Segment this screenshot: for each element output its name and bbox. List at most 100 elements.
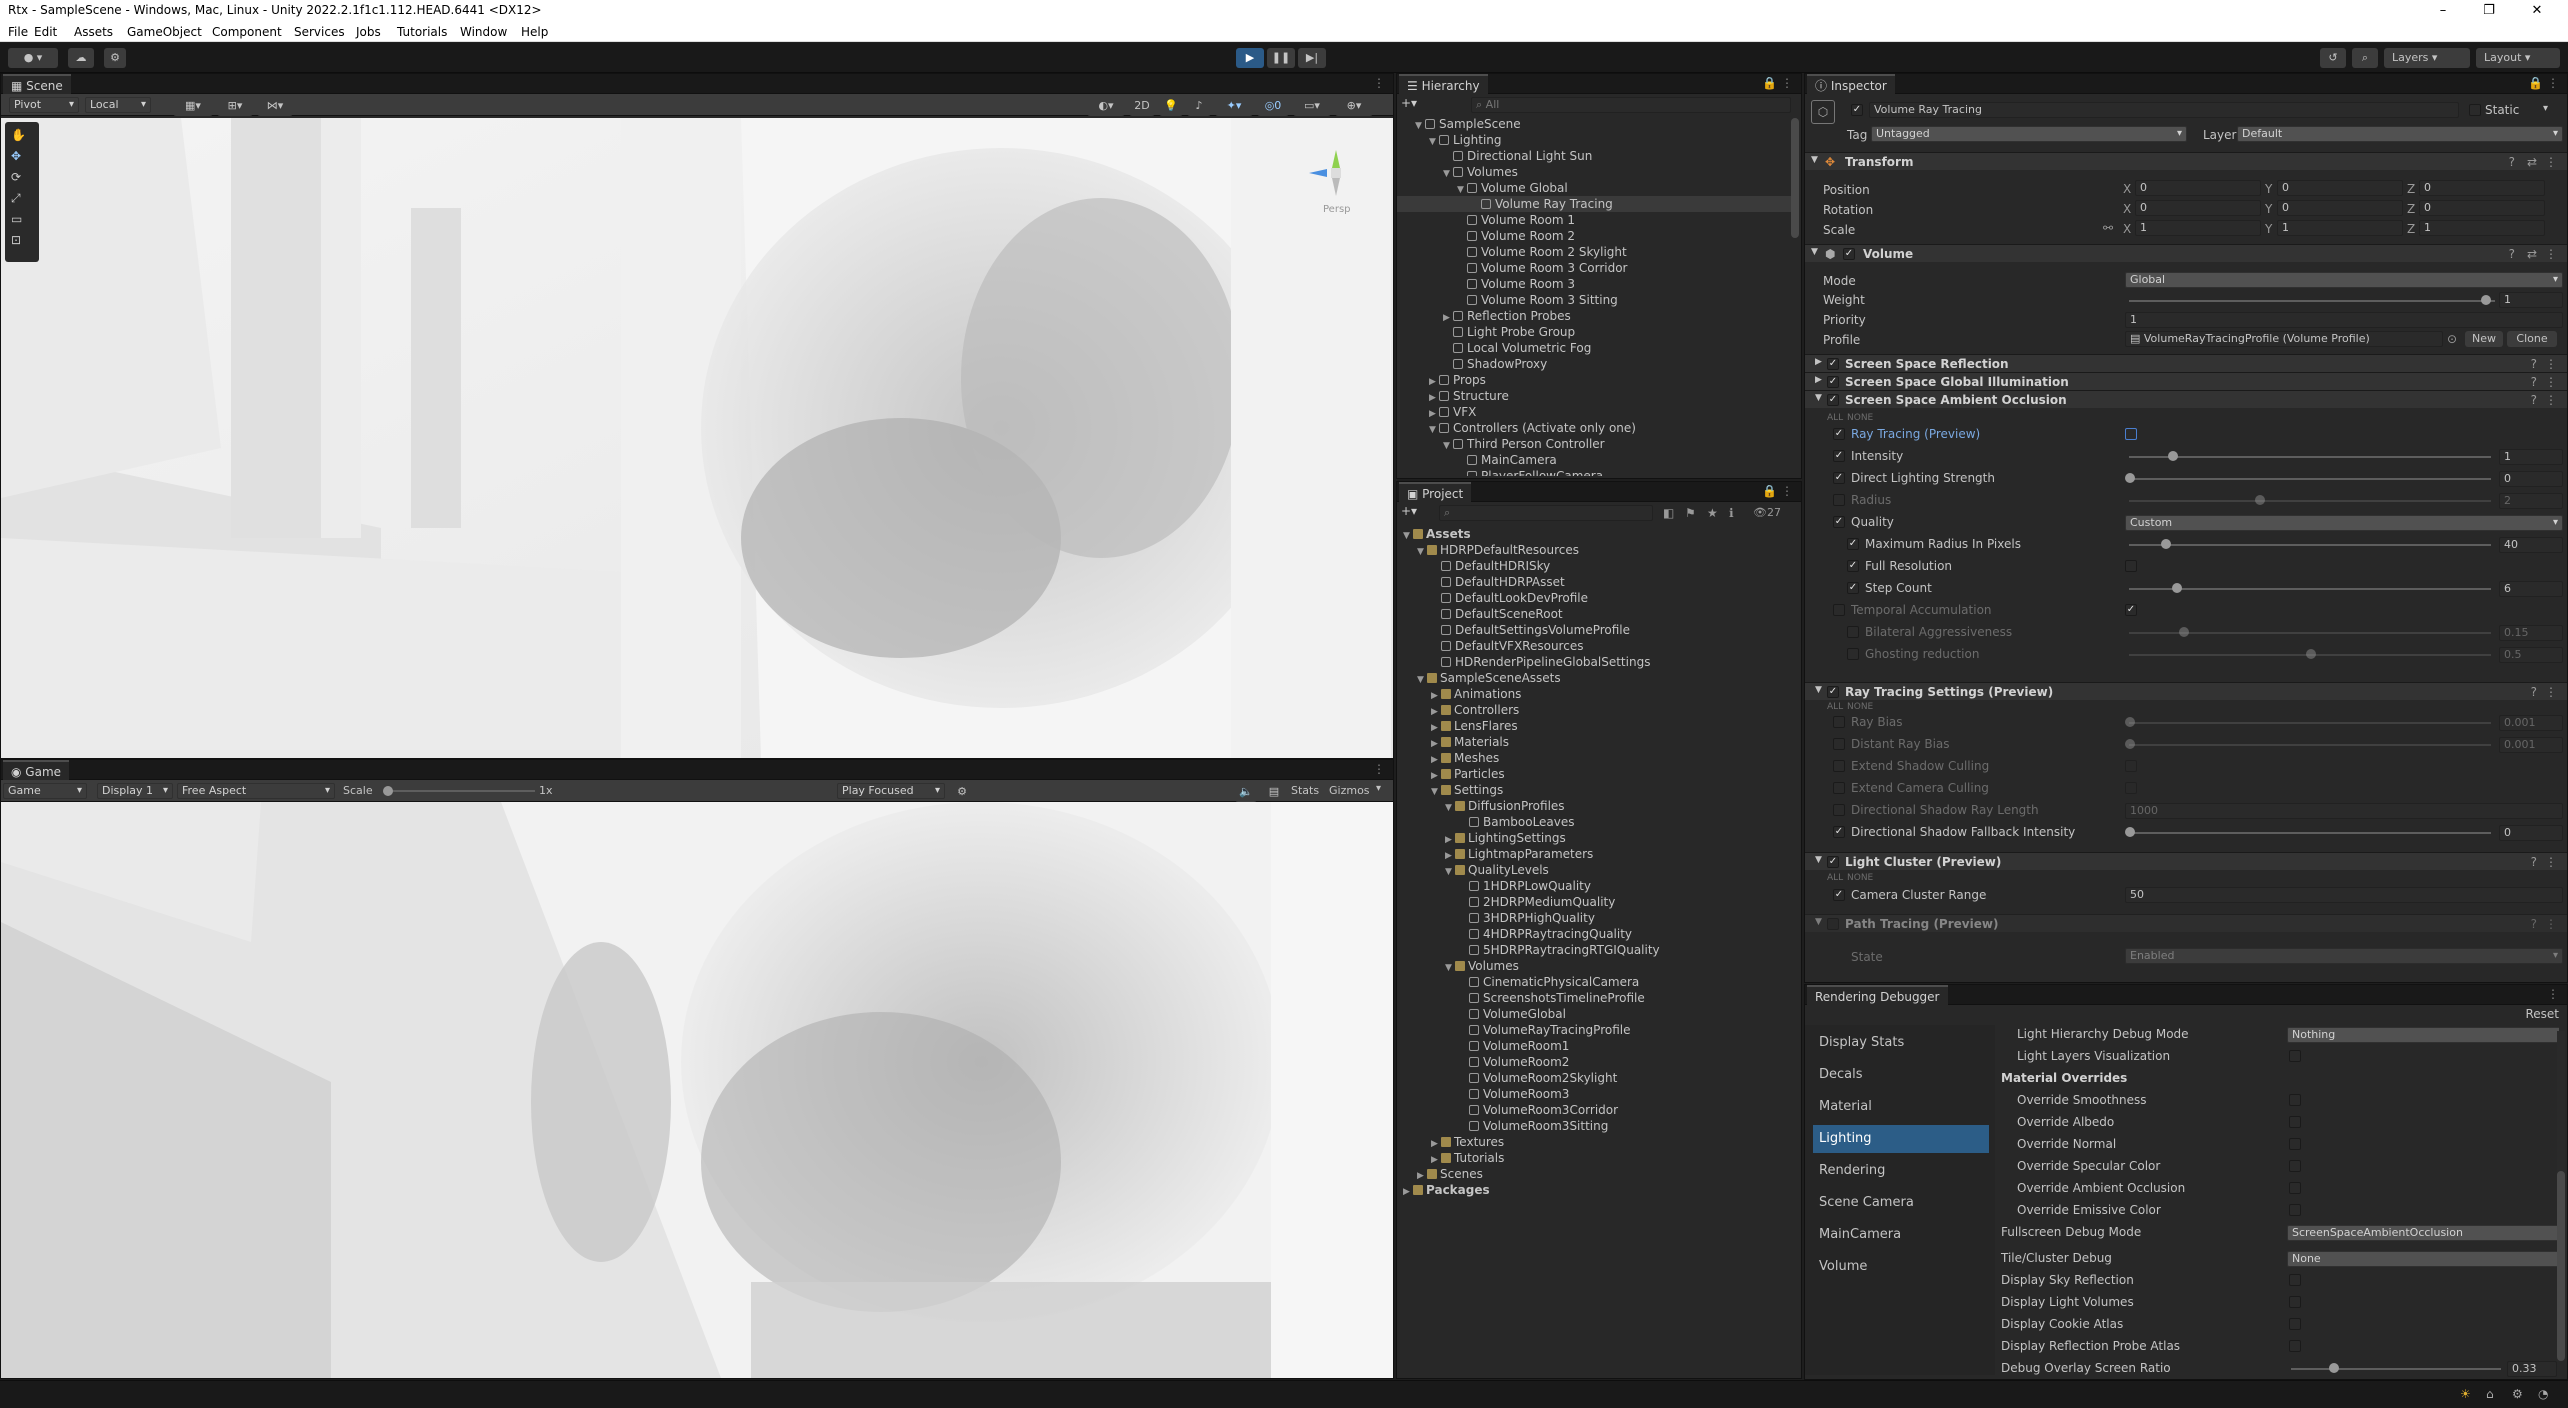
profile-picker-icon[interactable]: ⊙ bbox=[2447, 332, 2457, 346]
minimize-icon[interactable]: – bbox=[2420, 0, 2466, 22]
project-search[interactable]: ⌕ bbox=[1439, 505, 1653, 521]
project-item[interactable]: DefaultLookDevProfile bbox=[1397, 590, 1791, 606]
rts-none-label[interactable]: NONE bbox=[1847, 702, 1873, 712]
rts-raybias-slider[interactable] bbox=[2129, 722, 2491, 724]
profile-new-button[interactable]: New bbox=[2465, 331, 2503, 347]
notifications-icon[interactable]: ◔ bbox=[2538, 1387, 2548, 1401]
debugger-nav-item[interactable]: Material bbox=[1813, 1093, 1989, 1121]
project-item[interactable]: 2HDRPMediumQuality bbox=[1397, 894, 1791, 910]
override-checkbox[interactable]: ✓ bbox=[1833, 428, 1845, 440]
project-lock-icon[interactable]: 🔒 bbox=[1762, 484, 1777, 498]
profile-field[interactable]: ▤ VolumeRayTracingProfile (Volume Profil… bbox=[2125, 331, 2443, 347]
weight-slider[interactable] bbox=[2129, 300, 2495, 302]
project-item[interactable]: 5HDRPRaytracingRTGIQuality bbox=[1397, 942, 1791, 958]
search-by-label-icon[interactable]: ⚑ bbox=[1685, 506, 1696, 520]
tab-project[interactable]: ▣ Project bbox=[1399, 482, 1472, 502]
favorite-icon[interactable]: ★ bbox=[1707, 506, 1718, 520]
hierarchy-menu-icon[interactable]: ⋮ bbox=[1781, 76, 1793, 90]
profile-clone-button[interactable]: Clone bbox=[2507, 331, 2557, 347]
static-dropdown-icon[interactable]: ▾ bbox=[2543, 103, 2548, 114]
debugger-dsr-toggle[interactable] bbox=[2289, 1274, 2301, 1286]
hierarchy-item[interactable]: Volume Room 2 bbox=[1397, 228, 1791, 244]
create-button[interactable]: +▾ bbox=[1401, 96, 1431, 114]
display-dropdown[interactable]: Display 1 bbox=[97, 783, 173, 799]
audio-icon[interactable]: ♪ bbox=[1187, 96, 1211, 116]
pause-button[interactable]: ❚❚ bbox=[1267, 48, 1295, 68]
move-tool-icon[interactable]: ✥ bbox=[11, 149, 21, 163]
override-checkbox[interactable] bbox=[1833, 782, 1845, 794]
inspector-menu-icon[interactable]: ⋮ bbox=[2547, 76, 2559, 90]
project-item[interactable]: VolumeRayTracingProfile bbox=[1397, 1022, 1791, 1038]
project-item[interactable]: ScreenshotsTimelineProfile bbox=[1397, 990, 1791, 1006]
project-item[interactable]: DefaultSceneRoot bbox=[1397, 606, 1791, 622]
cloud-icon[interactable]: ☁ bbox=[68, 48, 94, 68]
menu-tutorials[interactable]: Tutorials bbox=[397, 25, 447, 39]
hierarchy-item[interactable]: ShadowProxy bbox=[1397, 356, 1791, 372]
project-item[interactable]: ▶ Tutorials bbox=[1397, 1150, 1791, 1166]
rts-dirfb-field[interactable]: 0 bbox=[2499, 825, 2563, 841]
mute-icon[interactable]: 🔈 bbox=[1235, 782, 1257, 802]
project-item[interactable]: ▶ LensFlares bbox=[1397, 718, 1791, 734]
debugger-oec-toggle[interactable] bbox=[2289, 1204, 2301, 1216]
debugger-reset-button[interactable]: Reset bbox=[2525, 1007, 2559, 1021]
project-item[interactable]: 3HDRPHighQuality bbox=[1397, 910, 1791, 926]
project-item[interactable]: CinematicPhysicalCamera bbox=[1397, 974, 1791, 990]
lc-header[interactable]: ▼ ✓ Light Cluster (Preview) ? ⋮ bbox=[1805, 852, 2567, 870]
rts-dirlen-field[interactable]: 1000 bbox=[2125, 803, 2563, 819]
hand-tool-icon[interactable]: ✋ bbox=[11, 128, 26, 142]
transform-header[interactable]: ▼ ✥ Transform ? ⇄ ⋮ bbox=[1805, 152, 2567, 170]
ssao-step-field[interactable]: 6 bbox=[2499, 581, 2563, 597]
bake-status-icon[interactable]: ☀ bbox=[2460, 1387, 2471, 1401]
ssao-quality-dropdown[interactable]: Custom bbox=[2125, 515, 2563, 531]
volume-header[interactable]: ▼ ⬢ ✓ Volume ? ⇄ ⋮ bbox=[1805, 244, 2567, 262]
hierarchy-search[interactable]: ⌕ All bbox=[1471, 97, 1791, 113]
game-menu-icon[interactable]: ⋮ bbox=[1373, 762, 1385, 776]
ssao-step-knob[interactable] bbox=[2172, 583, 2183, 593]
menu-file[interactable]: File bbox=[8, 25, 28, 39]
project-item[interactable]: ▼ SampleSceneAssets bbox=[1397, 670, 1791, 686]
override-checkbox[interactable]: ✓ bbox=[1847, 538, 1859, 550]
rts-help-icon[interactable]: ? bbox=[2531, 685, 2537, 699]
ssao-dls-field[interactable]: 0 bbox=[2499, 471, 2563, 487]
hierarchy-item[interactable]: Volume Ray Tracing bbox=[1397, 196, 1791, 212]
toolbar-overlay-icon[interactable]: ⋈▾ bbox=[257, 96, 293, 116]
override-enabled-checkbox[interactable]: ✓ bbox=[1827, 358, 1839, 370]
pt-header[interactable]: ▼ Path Tracing (Preview) ? ⋮ bbox=[1805, 914, 2567, 932]
foldout-icon[interactable]: ▶ bbox=[1403, 1184, 1413, 1200]
debugger-menu-icon[interactable]: ⋮ bbox=[2547, 987, 2559, 1001]
network-icon[interactable]: ⌂ bbox=[2486, 1387, 2494, 1401]
transform-pos-x[interactable]: 0 bbox=[2135, 180, 2261, 196]
project-item[interactable]: ▶ LightingSettings bbox=[1397, 830, 1791, 846]
rts-distbias-knob[interactable] bbox=[2125, 739, 2135, 749]
layers-dropdown[interactable]: Layers ▾ bbox=[2384, 48, 2470, 68]
project-item[interactable]: VolumeRoom3 bbox=[1397, 1086, 1791, 1102]
project-item[interactable]: ▼ HDRPDefaultResources bbox=[1397, 542, 1791, 558]
2d-toggle[interactable]: 2D bbox=[1129, 96, 1155, 116]
lc-none-label[interactable]: NONE bbox=[1847, 873, 1873, 883]
rts-raybias-knob[interactable] bbox=[2125, 717, 2135, 727]
hidden-objects-icon[interactable]: ◎0 bbox=[1257, 96, 1289, 116]
pt-enabled-checkbox[interactable] bbox=[1827, 918, 1839, 930]
scene-viewport[interactable]: ✋ ✥ ⟳ ⤢ ▭ ⊡ Persp bbox=[1, 118, 1393, 758]
override-enabled-checkbox[interactable]: ✓ bbox=[1827, 394, 1839, 406]
lc-foldout-icon[interactable]: ▼ bbox=[1815, 855, 1822, 865]
debugger-dlv-toggle[interactable] bbox=[2289, 1296, 2301, 1308]
ssao-temporal-toggle[interactable]: ✓ bbox=[2125, 604, 2137, 616]
transform-foldout-icon[interactable]: ▼ bbox=[1811, 155, 1818, 165]
debugger-tcd-dropdown[interactable]: None bbox=[2287, 1251, 2559, 1267]
project-item[interactable]: ▶ Materials bbox=[1397, 734, 1791, 750]
project-item[interactable]: ▶ Meshes bbox=[1397, 750, 1791, 766]
rotate-tool-icon[interactable]: ⟳ bbox=[11, 170, 21, 184]
debugger-scroll-thumb[interactable] bbox=[2557, 1171, 2565, 1361]
history-icon[interactable]: ↺ bbox=[2320, 48, 2346, 68]
menu-services[interactable]: Services bbox=[294, 25, 345, 39]
hierarchy-item[interactable]: ▶ VFX bbox=[1397, 404, 1791, 420]
override-checkbox[interactable]: ✓ bbox=[1833, 450, 1845, 462]
project-item[interactable]: 1HDRPLowQuality bbox=[1397, 878, 1791, 894]
hierarchy-item[interactable]: ▼ Controllers (Activate only one) bbox=[1397, 420, 1791, 436]
menu-help[interactable]: Help bbox=[521, 25, 548, 39]
debugger-drpa-toggle[interactable] bbox=[2289, 1340, 2301, 1352]
layer-dropdown[interactable]: Default bbox=[2237, 126, 2563, 142]
override-foldout-icon[interactable]: ▶ bbox=[1815, 357, 1822, 367]
project-item[interactable]: VolumeRoom1 bbox=[1397, 1038, 1791, 1054]
